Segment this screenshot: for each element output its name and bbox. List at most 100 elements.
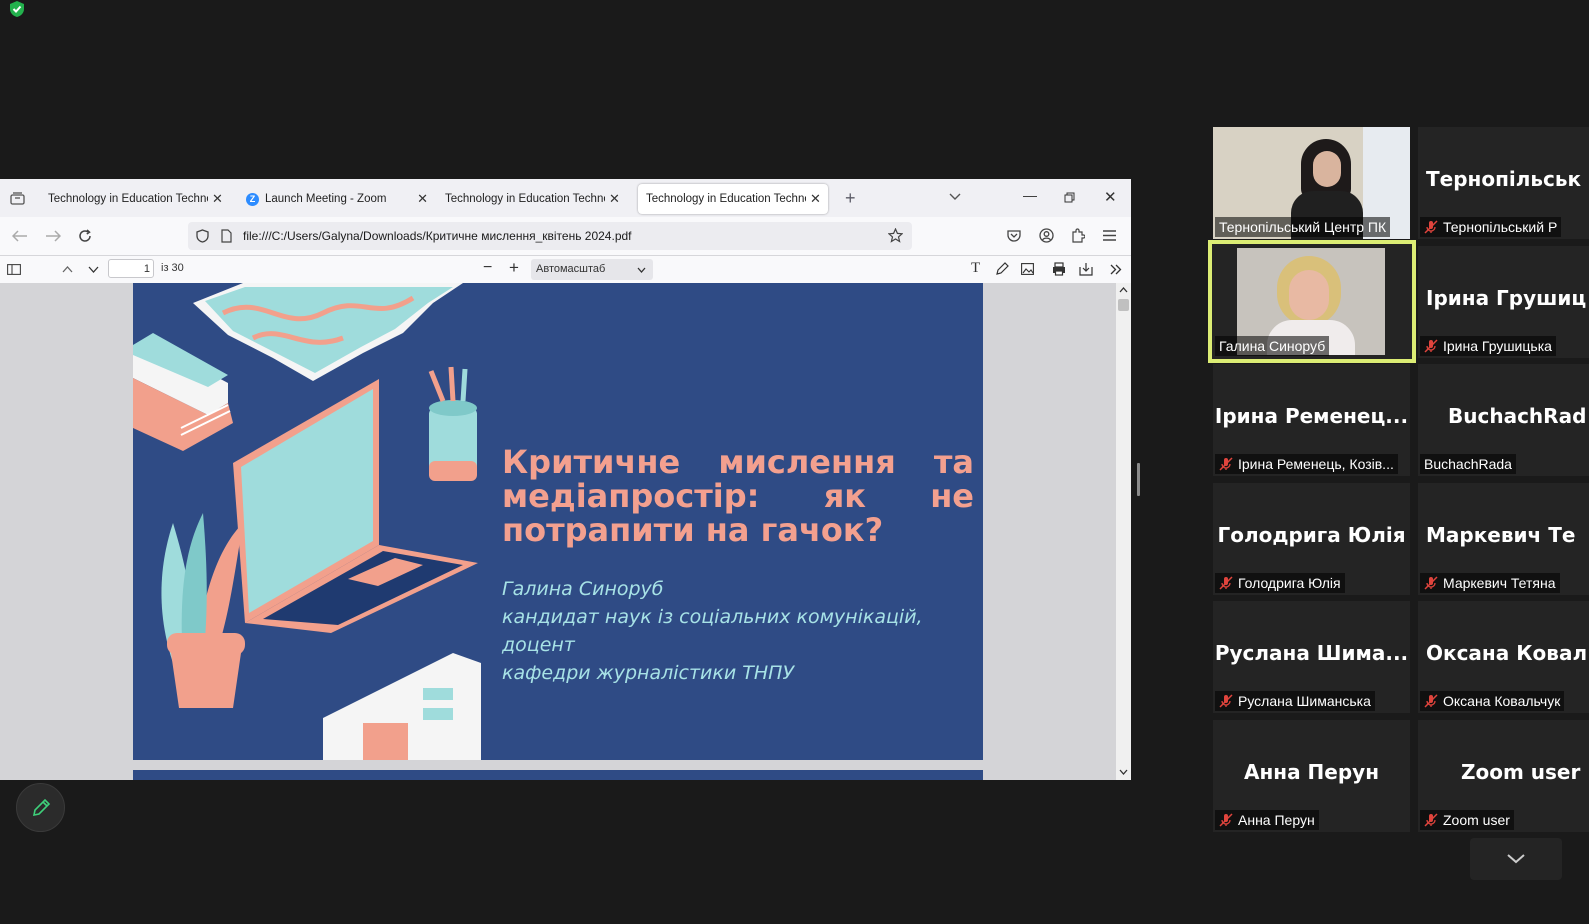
- image-icon[interactable]: [1021, 263, 1034, 275]
- participant-label: Голодрига Юлія: [1215, 573, 1345, 593]
- close-window-icon[interactable]: ✕: [1104, 188, 1117, 206]
- participant-tile[interactable]: Тернопільський Центр ПК: [1213, 127, 1410, 239]
- close-icon[interactable]: ✕: [417, 191, 428, 207]
- more-tools-icon[interactable]: [1110, 264, 1122, 275]
- restore-icon[interactable]: [1064, 192, 1075, 203]
- tab-3[interactable]: Technology in Education Technolog ✕: [437, 184, 627, 214]
- participant-tile-active-speaker[interactable]: Галина Синоруб: [1208, 240, 1416, 363]
- participant-tile[interactable]: Ірина Ременец... Ірина Ременець, Козів..…: [1213, 364, 1410, 476]
- participant-label: Оксана Ковальчук: [1420, 691, 1565, 711]
- reload-icon[interactable]: [78, 229, 92, 243]
- muted-mic-icon: [1424, 576, 1438, 590]
- annotate-button[interactable]: [16, 783, 65, 832]
- slide-title: Критичне мислення та медіапростір: як не…: [502, 443, 974, 549]
- muted-mic-icon: [1424, 694, 1438, 708]
- participant-label: Zoom user: [1420, 810, 1514, 830]
- text-icon[interactable]: T: [971, 260, 980, 277]
- participant-display-name: Zoom user: [1461, 760, 1581, 784]
- author-name: Галина Синоруб: [502, 578, 664, 600]
- back-icon[interactable]: [12, 230, 28, 242]
- tab-1[interactable]: Technology in Education Technolog ✕: [40, 184, 230, 214]
- close-icon[interactable]: ✕: [212, 191, 223, 207]
- pdf-toolbar: 1 із 30 − + Автомасштаб T: [0, 256, 1131, 284]
- participant-display-name: Тернопільськ: [1426, 167, 1582, 191]
- sidebar-toggle-icon[interactable]: [7, 264, 21, 275]
- menu-icon[interactable]: [1103, 230, 1116, 241]
- prev-page-icon[interactable]: [62, 266, 73, 273]
- author-position: кандидат наук із соціальних комунікацій,…: [502, 606, 923, 656]
- scrollbar[interactable]: [1116, 283, 1131, 780]
- print-icon[interactable]: [1052, 262, 1066, 276]
- participant-label: Галина Синоруб: [1215, 336, 1330, 356]
- participant-label: Ірина Ременець, Козів...: [1215, 454, 1398, 474]
- participant-name: BuchachRada: [1424, 456, 1512, 472]
- save-icon[interactable]: [1079, 262, 1093, 276]
- pocket-icon[interactable]: [1007, 229, 1021, 243]
- star-icon[interactable]: [888, 228, 903, 243]
- url-bar[interactable]: file:///C:/Users/Galyna/Downloads/Критич…: [188, 222, 912, 250]
- tab-4-active[interactable]: Technology in Education Technolog ✕: [638, 184, 828, 214]
- participant-tile[interactable]: Анна Перун Анна Перун: [1213, 720, 1410, 832]
- tab-label: Launch Meeting - Zoom: [265, 193, 387, 205]
- tab-label: Technology in Education Technolog: [445, 193, 605, 205]
- participant-display-name: Анна Перун: [1243, 760, 1380, 784]
- tab-label: Technology in Education Technolog: [48, 193, 208, 205]
- gallery-next-page-button[interactable]: [1470, 838, 1562, 880]
- scroll-up-icon[interactable]: [1119, 287, 1128, 293]
- participant-display-name: Голодрига Юлія: [1217, 523, 1406, 547]
- tab-2[interactable]: Z Launch Meeting - Zoom ✕: [238, 184, 428, 214]
- muted-mic-icon: [1424, 813, 1438, 827]
- participant-name: Оксана Ковальчук: [1443, 693, 1561, 709]
- participant-tile[interactable]: Ірина Грушиц Ірина Грушицька: [1418, 246, 1589, 358]
- muted-mic-icon: [1424, 220, 1438, 234]
- participant-display-name: Маркевич Те: [1426, 523, 1576, 547]
- chevron-down-icon[interactable]: [949, 193, 961, 201]
- participant-tile[interactable]: Zoom user Zoom user: [1418, 720, 1589, 832]
- participant-label: Руслана Шиманська: [1215, 691, 1375, 711]
- participant-name: Голодрига Юлія: [1238, 575, 1341, 591]
- participant-label: Маркевич Тетяна: [1420, 573, 1560, 593]
- participant-tile[interactable]: Руслана Шима... Руслана Шиманська: [1213, 601, 1410, 713]
- security-shield-icon: [10, 1, 24, 17]
- muted-mic-icon: [1219, 457, 1233, 471]
- tab-bar: Technology in Education Technolog ✕ Z La…: [0, 179, 1131, 217]
- participant-label: BuchachRada: [1420, 454, 1516, 474]
- page-number-input[interactable]: 1: [108, 259, 154, 278]
- participant-tile[interactable]: BuchachRad BuchachRada: [1418, 364, 1589, 476]
- close-icon[interactable]: ✕: [810, 191, 821, 207]
- participant-label: Ірина Грушицька: [1420, 336, 1556, 356]
- next-slide-page: [133, 770, 983, 780]
- extensions-icon[interactable]: [1071, 228, 1085, 243]
- participant-name: Тернопільський Центр ПК: [1219, 219, 1387, 235]
- browser-window: Technology in Education Technolog ✕ Z La…: [0, 179, 1131, 780]
- participant-tile[interactable]: Маркевич Те Маркевич Тетяна: [1418, 483, 1589, 595]
- shield-icon[interactable]: [196, 229, 209, 243]
- muted-mic-icon: [1219, 694, 1233, 708]
- close-icon[interactable]: ✕: [609, 191, 620, 207]
- scroll-thumb[interactable]: [1118, 299, 1129, 311]
- participant-display-name: BuchachRad: [1448, 404, 1587, 428]
- participant-tile[interactable]: Голодрига Юлія Голодрига Юлія: [1213, 483, 1410, 595]
- slide-page: Критичне мислення та медіапростір: як не…: [133, 283, 983, 760]
- participant-tile[interactable]: Тернопільськ Тернопільський Р: [1418, 127, 1589, 239]
- draw-icon[interactable]: [996, 262, 1009, 275]
- account-icon[interactable]: [1039, 228, 1054, 243]
- zoom-in-icon[interactable]: +: [509, 258, 519, 278]
- new-tab-icon[interactable]: +: [845, 188, 856, 209]
- pdf-viewer[interactable]: Критичне мислення та медіапростір: як не…: [0, 283, 1131, 780]
- zoom-select[interactable]: Автомасштаб: [531, 259, 653, 280]
- slide-author: Галина Синоруб кандидат наук із соціальн…: [502, 575, 982, 687]
- participant-tile[interactable]: Оксана Ковал Оксана Ковальчук: [1418, 601, 1589, 713]
- panel-splitter[interactable]: [1137, 463, 1140, 496]
- forward-icon[interactable]: [45, 230, 61, 242]
- zoom-out-icon[interactable]: −: [483, 259, 492, 277]
- muted-mic-icon: [1219, 576, 1233, 590]
- pencil-icon: [32, 798, 50, 816]
- participant-display-name: Ірина Грушиц: [1426, 286, 1587, 310]
- participant-name: Ірина Грушицька: [1443, 338, 1552, 354]
- tab-overview-icon[interactable]: [10, 192, 25, 205]
- minimize-icon[interactable]: —: [1023, 187, 1037, 203]
- scroll-down-icon[interactable]: [1119, 769, 1128, 775]
- laptop-illustration: [133, 283, 481, 760]
- next-page-icon[interactable]: [88, 266, 99, 273]
